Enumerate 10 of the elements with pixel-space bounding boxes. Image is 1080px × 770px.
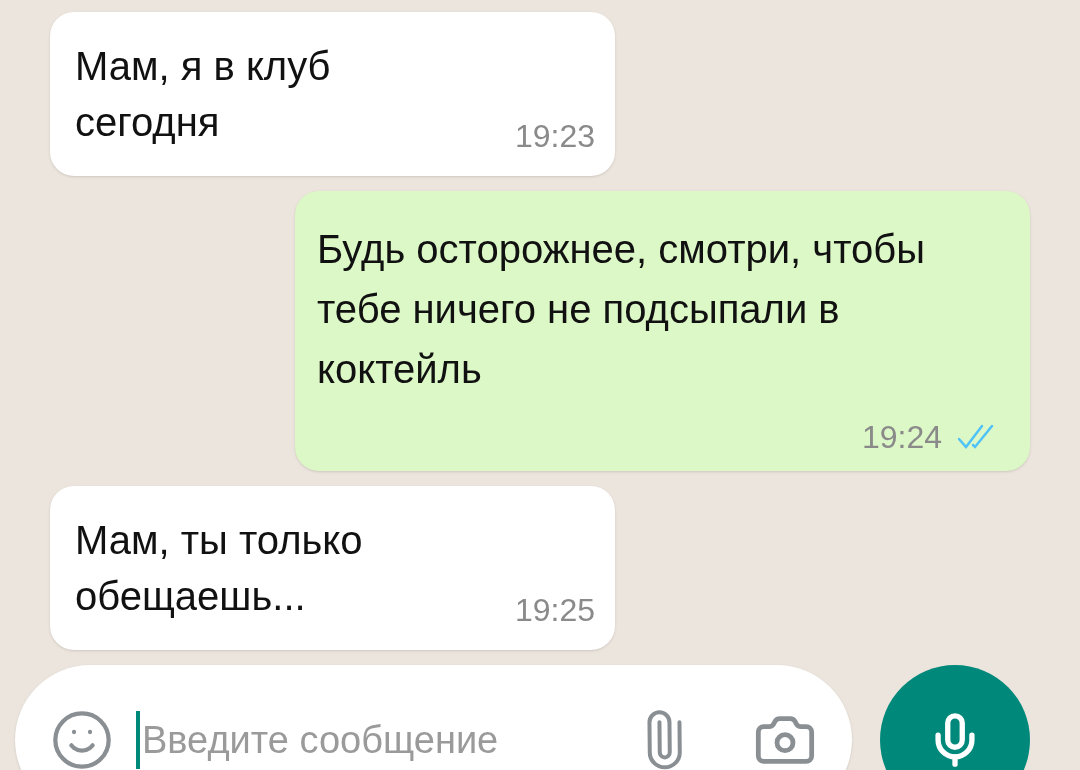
message-time: 19:24: [861, 418, 942, 457]
message-time: 19:23: [515, 117, 596, 156]
message-time: 19:25: [515, 591, 596, 630]
message-text: Будь осторожнее, смотри, чтобы тебе ничего не подсыпали в коктейль: [317, 226, 926, 393]
text-cursor: [136, 711, 140, 769]
message-input-bar[interactable]: Введите сообщение: [15, 665, 852, 770]
message-text: Мам, я в клуб сегодня: [75, 43, 332, 146]
message-field[interactable]: Введите сообщение: [142, 711, 633, 769]
message-text: Мам, ты только обещаешь...: [75, 517, 364, 620]
emoji-icon[interactable]: [50, 708, 114, 770]
